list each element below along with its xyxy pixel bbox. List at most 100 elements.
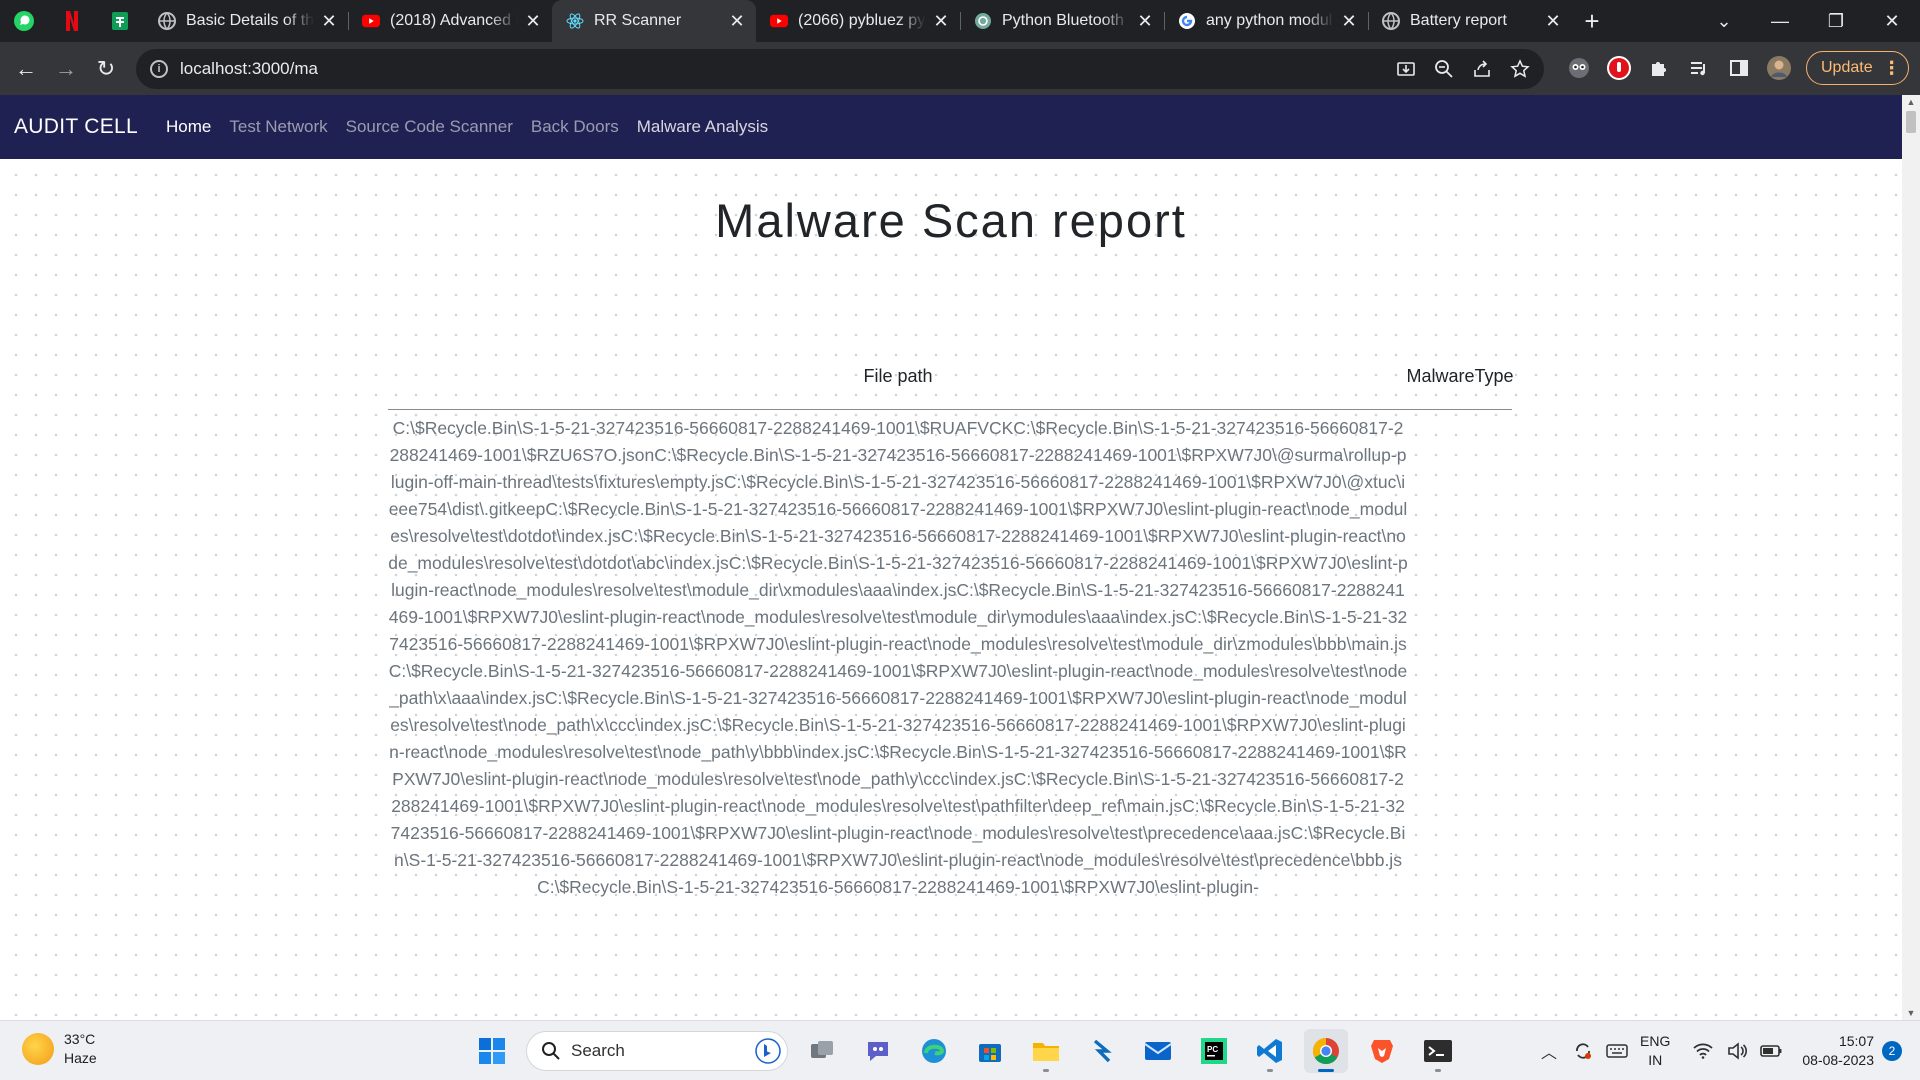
taskbar-search[interactable]: Search — [526, 1031, 788, 1071]
scroll-up-arrow-icon[interactable]: ▲ — [1902, 95, 1920, 109]
browser-tab[interactable]: (2066) pybluez pyt ✕ — [756, 0, 960, 42]
edge-icon — [922, 1039, 946, 1063]
task-view-icon — [811, 1041, 833, 1058]
zoom-icon[interactable] — [1434, 59, 1454, 79]
browser-tab[interactable]: any python modul ✕ — [1164, 0, 1368, 42]
file-explorer-button[interactable] — [1024, 1029, 1068, 1073]
pinned-tab-sheets[interactable] — [96, 0, 144, 42]
address-bar[interactable]: i localhost:3000/ma — [136, 49, 1544, 89]
terminal-button[interactable] — [1416, 1029, 1460, 1073]
nav-home[interactable]: Home — [166, 117, 211, 137]
svg-text:PC: PC — [1207, 1045, 1218, 1054]
tab-search-button[interactable]: ⌄ — [1696, 0, 1752, 42]
language-code: ENG — [1640, 1033, 1671, 1049]
close-tab-icon[interactable]: ✕ — [320, 11, 338, 31]
nav-back-doors[interactable]: Back Doors — [531, 117, 619, 137]
microsoft-store-icon — [979, 1044, 1001, 1062]
microsoft-store-button[interactable] — [968, 1029, 1012, 1073]
restore-icon: ❐ — [1827, 10, 1845, 31]
tab-title: (2066) pybluez pyt — [798, 12, 926, 29]
close-tab-icon[interactable]: ✕ — [728, 11, 746, 31]
arrow-right-icon: → — [55, 55, 77, 81]
nav-test-network[interactable]: Test Network — [229, 117, 327, 137]
malware-type-cell — [1408, 415, 1512, 901]
bing-icon — [755, 1038, 781, 1064]
plus-icon: + — [1584, 5, 1600, 36]
clock[interactable]: 15:07 08-08-2023 — [1802, 1032, 1874, 1070]
close-tab-icon[interactable]: ✕ — [932, 11, 950, 31]
teams-chat-button[interactable] — [856, 1029, 900, 1073]
page-title: Malware Scan report — [715, 194, 1187, 247]
wifi-icon[interactable] — [1686, 1043, 1720, 1059]
site-info-icon[interactable]: i — [150, 60, 168, 78]
reload-button[interactable]: ↻ — [86, 49, 126, 89]
pinned-tab-netflix[interactable] — [48, 0, 96, 42]
task-view-button[interactable] — [800, 1029, 844, 1073]
show-hidden-icons-chevron-up-icon[interactable]: ︿ — [1532, 1039, 1566, 1063]
react-icon — [566, 12, 584, 30]
pycharm-button[interactable]: PC — [1192, 1029, 1236, 1073]
forward-button[interactable]: → — [46, 49, 86, 89]
close-tab-icon[interactable]: ✕ — [1544, 11, 1562, 31]
nav-source-code-scanner[interactable]: Source Code Scanner — [346, 117, 513, 137]
back-button[interactable]: ← — [6, 49, 46, 89]
share-icon[interactable] — [1472, 59, 1492, 79]
close-tab-icon[interactable]: ✕ — [524, 11, 542, 31]
close-tab-icon[interactable]: ✕ — [1136, 11, 1154, 31]
url-text[interactable]: localhost:3000/ma — [180, 59, 318, 79]
browser-tab[interactable]: (2018) Advanced U ✕ — [348, 0, 552, 42]
tab-title: (2018) Advanced U — [390, 12, 518, 29]
adblock-icon[interactable] — [1606, 55, 1632, 81]
keyboard-icon[interactable] — [1600, 1043, 1634, 1059]
extension-owl-icon[interactable] — [1566, 55, 1592, 81]
volume-icon[interactable] — [1720, 1042, 1754, 1060]
sync-icon[interactable] — [1566, 1041, 1600, 1061]
brand-logo[interactable]: AUDIT CELL — [14, 115, 138, 139]
start-button[interactable] — [470, 1029, 514, 1073]
system-tray: ︿ ENG IN 15:07 08-08-2023 2 — [1532, 1021, 1920, 1080]
vscode-icon — [1257, 1039, 1282, 1063]
nav-malware-analysis[interactable]: Malware Analysis — [637, 117, 768, 137]
brave-button[interactable] — [1360, 1029, 1404, 1073]
restore-button[interactable]: ❐ — [1808, 0, 1864, 42]
update-button[interactable]: Update ⋮ — [1806, 51, 1909, 85]
pinned-tab-whatsapp[interactable] — [0, 0, 48, 42]
clock-time: 15:07 — [1838, 1033, 1874, 1049]
arrow-left-icon: ← — [15, 55, 37, 81]
browser-tab-strip: Basic Details of the ✕ (2018) Advanced U… — [0, 0, 1920, 42]
close-window-button[interactable]: ✕ — [1864, 0, 1920, 42]
search-placeholder: Search — [571, 1041, 625, 1060]
google-icon — [1178, 12, 1196, 30]
scrollbar-thumb[interactable] — [1906, 111, 1916, 133]
profile-avatar[interactable] — [1766, 55, 1792, 81]
whatsapp-icon — [14, 11, 34, 31]
weather-widget[interactable]: 33°C Haze — [22, 1030, 97, 1068]
browser-tab[interactable]: Battery report ✕ — [1368, 0, 1572, 42]
extensions-puzzle-icon[interactable] — [1646, 55, 1672, 81]
minimize-button[interactable]: — — [1752, 0, 1808, 42]
weather-condition: Haze — [64, 1050, 97, 1066]
power-automate-button[interactable] — [1080, 1029, 1124, 1073]
scroll-down-arrow-icon[interactable]: ▼ — [1902, 1006, 1920, 1020]
tab-title: RR Scanner — [594, 12, 682, 29]
app-navbar: AUDIT CELL Home Test Network Source Code… — [0, 95, 1902, 159]
bookmark-star-icon[interactable] — [1510, 59, 1530, 79]
browser-tab[interactable]: Python Bluetooth I ✕ — [960, 0, 1164, 42]
notification-badge[interactable]: 2 — [1882, 1041, 1902, 1061]
vscode-button[interactable] — [1248, 1029, 1292, 1073]
edge-button[interactable] — [912, 1029, 956, 1073]
chevron-down-icon: ⌄ — [1716, 10, 1732, 31]
browser-tab[interactable]: Basic Details of the ✕ — [144, 0, 348, 42]
install-app-icon[interactable] — [1396, 59, 1416, 79]
side-panel-icon[interactable] — [1726, 55, 1752, 81]
language-indicator[interactable]: ENG IN — [1640, 1032, 1670, 1070]
browser-tab-active[interactable]: RR Scanner ✕ — [552, 0, 756, 42]
chrome-button[interactable] — [1304, 1029, 1348, 1073]
new-tab-button[interactable]: + — [1572, 0, 1612, 42]
mail-button[interactable] — [1136, 1029, 1180, 1073]
page-scrollbar[interactable]: ▲ ▼ — [1902, 95, 1920, 1020]
media-queue-icon[interactable] — [1686, 55, 1712, 81]
battery-icon[interactable] — [1754, 1043, 1788, 1059]
close-tab-icon[interactable]: ✕ — [1340, 11, 1358, 31]
language-region: IN — [1648, 1052, 1663, 1068]
